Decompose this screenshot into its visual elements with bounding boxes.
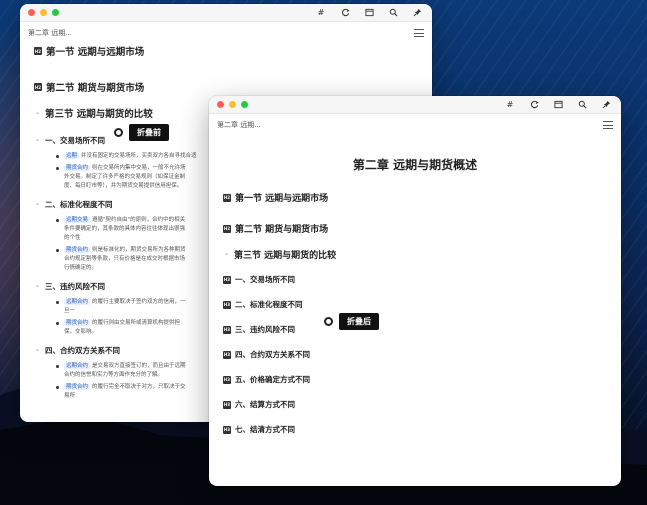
zoom-button[interactable] <box>52 9 59 16</box>
subsection-label: 四、合约双方关系不同 <box>45 346 120 355</box>
heading-fold-icon[interactable]: H3 <box>223 425 231 434</box>
pin-icon[interactable] <box>410 6 424 20</box>
subsection-label: 四、合约双方关系不同 <box>235 350 310 359</box>
pin-icon[interactable] <box>599 98 613 112</box>
keyword-tag: 期货合约 <box>64 247 91 253</box>
keyword-tag: 远期合约 <box>64 299 91 305</box>
callout-label: 折叠后 <box>339 313 379 330</box>
subsection-heading[interactable]: H3 二、标准化程度不同 <box>223 299 607 310</box>
section-label: 第二节 期货与期货市场 <box>46 83 145 94</box>
search-icon[interactable] <box>386 6 400 20</box>
chapter-title: 第二章 远期与期货概述 <box>352 158 478 172</box>
section-heading[interactable]: H2 第二节 期货与期货市场 <box>223 222 607 235</box>
hash-icon[interactable]: # <box>314 6 328 20</box>
subsection-label: 五、价格确定方式不同 <box>235 375 310 384</box>
section-label: 第三节 远期与期货的比较 <box>234 251 337 261</box>
keyword-tag: 远期 <box>64 153 80 159</box>
subsection-label: 三、违约风险不同 <box>45 282 105 291</box>
callout-before: 折叠前 <box>114 124 169 141</box>
section-heading[interactable]: H2 第一节 远期与远期市场 <box>34 44 418 58</box>
subsection-heading[interactable]: H3 六、结算方式不同 <box>223 399 607 410</box>
callout-after: 折叠后 <box>324 313 379 330</box>
toolbar: # <box>503 98 613 112</box>
subsection-heading[interactable]: H3 七、结清方式不同 <box>223 424 607 435</box>
collapse-icon[interactable]: – <box>34 110 41 117</box>
paragraph-text: 并没有固定的交易场所，买卖双方各自寻找合适 <box>81 153 197 159</box>
close-button[interactable] <box>28 9 35 16</box>
heading-fold-icon[interactable]: H3 <box>223 375 231 384</box>
callout-marker <box>114 128 123 137</box>
subsection-heading[interactable]: H3 三、违约风险不同 <box>223 324 607 335</box>
heading-fold-icon[interactable]: H2 <box>34 83 42 91</box>
subsection-heading[interactable]: H3 五、价格确定方式不同 <box>223 374 607 385</box>
refresh-icon[interactable] <box>338 6 352 20</box>
callout-marker <box>324 317 333 326</box>
heading-fold-icon[interactable]: H3 <box>223 400 231 409</box>
menu-icon[interactable] <box>603 121 613 129</box>
document-body: 第二章 远期与期货概述 H2 第一节 远期与远期市场 H2 第二节 期货与期货市… <box>209 156 621 435</box>
front-window: # 第二章 远期... 第二章 远期与期货概述 H2 第一节 远期与远期市场 H… <box>209 96 621 486</box>
subsection-label: 三、违约风险不同 <box>235 325 295 334</box>
breadcrumb[interactable]: 第二章 远期... <box>28 28 72 38</box>
heading-fold-icon[interactable]: H2 <box>223 193 231 202</box>
menu-icon[interactable] <box>414 29 424 37</box>
zoom-button[interactable] <box>241 101 248 108</box>
minimize-button[interactable] <box>40 9 47 16</box>
hash-icon[interactable]: # <box>503 98 517 112</box>
close-button[interactable] <box>217 101 224 108</box>
heading-fold-icon[interactable]: H2 <box>34 47 42 55</box>
keyword-tag: 期货合约 <box>64 320 91 326</box>
section-label: 第一节 远期与远期市场 <box>235 194 329 204</box>
heading-fold-icon[interactable]: H3 <box>223 325 231 334</box>
subsection-label: 七、结清方式不同 <box>235 425 295 434</box>
search-icon[interactable] <box>575 98 589 112</box>
title-bar: # <box>209 96 621 114</box>
window-icon[interactable] <box>551 98 565 112</box>
keyword-tag: 远期交易 <box>64 217 91 223</box>
collapse-icon[interactable]: – <box>34 137 41 144</box>
keyword-tag: 期货合约 <box>64 384 91 390</box>
refresh-icon[interactable] <box>527 98 541 112</box>
subsection-label: 一、交易场所不同 <box>45 136 105 145</box>
heading-fold-icon[interactable]: H2 <box>223 224 231 233</box>
section-heading[interactable]: H2 第二节 期货与期货市场 <box>34 80 418 94</box>
heading-fold-icon[interactable]: H3 <box>223 275 231 284</box>
section-label: 第一节 远期与远期市场 <box>46 47 145 58</box>
subsection-label: 六、结算方式不同 <box>235 400 295 409</box>
collapse-icon[interactable]: – <box>34 347 41 354</box>
traffic-lights <box>217 101 248 108</box>
keyword-tag: 期货合约 <box>64 165 91 171</box>
breadcrumb-bar: 第二章 远期... <box>209 114 621 136</box>
breadcrumb[interactable]: 第二章 远期... <box>217 120 261 130</box>
section-label: 第三节 远期与期货的比较 <box>45 109 153 120</box>
subsection-label: 二、标准化程度不同 <box>45 200 113 209</box>
heading-fold-icon[interactable]: H3 <box>223 350 231 359</box>
keyword-tag: 远期合约 <box>64 363 91 369</box>
window-icon[interactable] <box>362 6 376 20</box>
subsection-heading[interactable]: H3 四、合约双方关系不同 <box>223 349 607 360</box>
section-heading[interactable]: H2 第一节 远期与远期市场 <box>223 191 607 204</box>
traffic-lights <box>28 9 59 16</box>
callout-label: 折叠前 <box>129 124 169 141</box>
heading-fold-icon[interactable]: H3 <box>223 300 231 309</box>
collapse-icon[interactable]: – <box>34 283 41 290</box>
title-bar: # <box>20 4 432 22</box>
collapse-icon[interactable]: – <box>223 251 230 258</box>
section-heading[interactable]: – 第三节 远期与期货的比较 <box>223 248 607 261</box>
section-label: 第二节 期货与期货市场 <box>235 225 329 235</box>
toolbar: # <box>314 6 424 20</box>
collapse-icon[interactable]: – <box>34 201 41 208</box>
subsection-heading[interactable]: H3 一、交易场所不同 <box>223 274 607 285</box>
minimize-button[interactable] <box>229 101 236 108</box>
subsection-label: 二、标准化程度不同 <box>235 300 303 309</box>
subsection-label: 一、交易场所不同 <box>235 275 295 284</box>
breadcrumb-bar: 第二章 远期... <box>20 22 432 44</box>
